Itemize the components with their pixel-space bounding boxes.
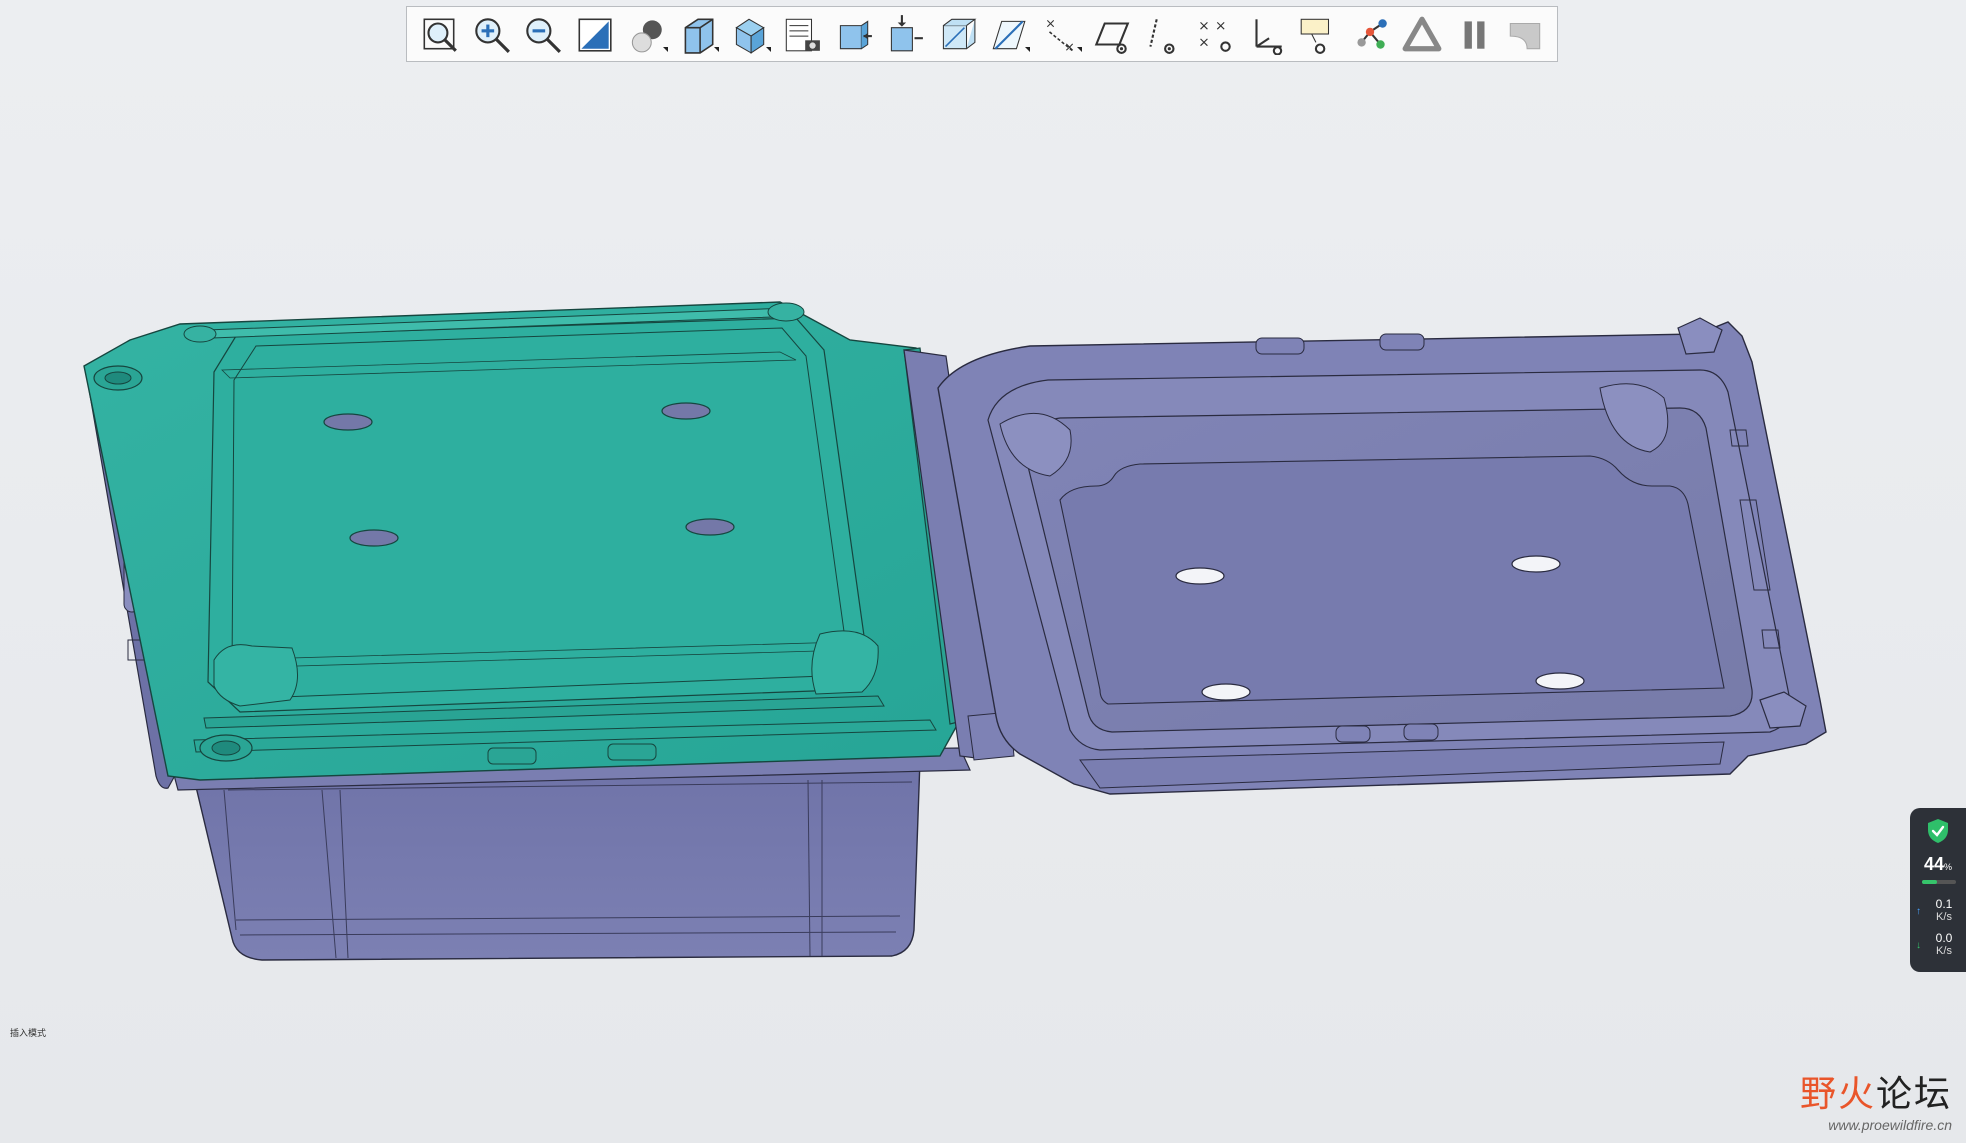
pause-icon xyxy=(1464,21,1485,49)
named-views-button[interactable] xyxy=(723,10,775,58)
cpu-percent: 44% xyxy=(1910,854,1966,875)
display-style-button[interactable] xyxy=(620,10,672,58)
dropdown-caret-icon[interactable] xyxy=(662,47,668,52)
3d-model-view[interactable] xyxy=(0,0,1966,1143)
datum-point-icon: × ×× xyxy=(1198,18,1231,52)
dropdown-caret-icon[interactable] xyxy=(1076,47,1082,52)
axis-display-button[interactable]: × × xyxy=(1034,10,1086,58)
spin-center-icon xyxy=(1357,19,1387,49)
svg-text:×: × xyxy=(1064,39,1075,54)
upload-arrow-icon: ↑ xyxy=(1916,906,1921,917)
repaint-button[interactable] xyxy=(568,10,620,58)
datum-axis-display-icon: ×× xyxy=(1045,16,1075,54)
perspective-box-icon xyxy=(839,20,872,50)
point-display-button[interactable]: × × × xyxy=(1189,10,1241,58)
curvature-icon xyxy=(1510,22,1541,50)
download-value: 0.0 xyxy=(1935,931,1953,945)
upload-rate: 0.1 K/s xyxy=(1922,898,1966,924)
zoom-in-button[interactable] xyxy=(465,10,517,58)
csys-icon xyxy=(1255,19,1282,55)
saved-orientations-button[interactable] xyxy=(672,10,724,58)
spin-center-button[interactable] xyxy=(1344,10,1396,58)
axis-tag-display-button[interactable] xyxy=(1137,10,1189,58)
dropdown-caret-icon[interactable] xyxy=(714,47,720,52)
repaint-icon xyxy=(578,18,612,52)
container-lid[interactable] xyxy=(83,301,967,781)
curvature-button[interactable] xyxy=(1499,10,1551,58)
graphics-toolbar: × × × × × xyxy=(406,6,1558,62)
svg-text:×: × xyxy=(1045,16,1056,31)
shaded-sphere-icon xyxy=(631,20,662,53)
transparency-button[interactable] xyxy=(930,10,982,58)
refit-button[interactable] xyxy=(413,10,465,58)
section-insert-icon xyxy=(891,15,924,52)
upload-unit: K/s xyxy=(1936,911,1952,923)
zoom-fit-icon xyxy=(423,18,457,52)
download-arrow-icon: ↓ xyxy=(1916,940,1921,951)
section-button[interactable] xyxy=(879,10,931,58)
download-rate: 0.0 K/s xyxy=(1922,932,1966,958)
transparent-box-icon xyxy=(943,18,977,50)
download-unit: K/s xyxy=(1936,945,1952,957)
annotation-display-button[interactable] xyxy=(1292,10,1344,58)
zoom-out-icon xyxy=(526,18,562,53)
cpu-bar xyxy=(1922,880,1956,884)
dropdown-caret-icon[interactable] xyxy=(766,47,772,52)
triangle-icon xyxy=(1402,16,1442,52)
watermark-title-suffix: 论坛 xyxy=(1875,1074,1952,1115)
watermark-flame-char: 火 xyxy=(1837,1074,1876,1115)
cpu-percent-value: 44 xyxy=(1923,854,1944,874)
view-manager-button[interactable] xyxy=(775,10,827,58)
watermark-url: www.proewildfire.cn xyxy=(1828,1117,1952,1133)
graphics-window[interactable]: × × × × × 插入模式 44% ↑ 0.1 K/s ↓ 0.0 K/s 野火论坛 … xyxy=(0,0,1966,1143)
annotation-icon xyxy=(1301,18,1330,54)
shaded-triangle-button[interactable] xyxy=(1396,10,1448,58)
plane-tag-display-button[interactable] xyxy=(1086,10,1138,58)
upload-value: 0.1 xyxy=(1935,897,1953,911)
forum-watermark: 野火论坛 www.proewildfire.cn xyxy=(1800,1065,1952,1133)
zoom-in-icon xyxy=(474,18,510,53)
zoom-out-button[interactable] xyxy=(516,10,568,58)
named-view-cube-icon xyxy=(735,18,765,54)
open-tray[interactable] xyxy=(937,317,1827,795)
axis-tag-icon xyxy=(1149,19,1175,54)
shield-check-icon xyxy=(1928,819,1948,843)
plane-display-button[interactable] xyxy=(982,10,1034,58)
cpu-bar-fill xyxy=(1922,880,1937,884)
datum-plane-icon xyxy=(992,20,1026,50)
cpu-percent-unit: % xyxy=(1944,862,1953,872)
cube-orientation-icon xyxy=(684,18,714,54)
watermark-title: 野火论坛 xyxy=(1800,1065,1952,1117)
view-manager-icon xyxy=(785,18,820,52)
dropdown-caret-icon[interactable] xyxy=(1024,47,1030,52)
insert-mode-label: 插入模式 xyxy=(10,1029,47,1039)
pause-button[interactable] xyxy=(1448,10,1500,58)
svg-text:×: × xyxy=(1215,18,1226,34)
svg-text:×: × xyxy=(1198,35,1209,51)
csys-display-button[interactable] xyxy=(1241,10,1293,58)
perspective-view-button[interactable] xyxy=(827,10,879,58)
svg-text:×: × xyxy=(1198,18,1209,34)
watermark-title-prefix: 野 xyxy=(1799,1074,1838,1115)
network-monitor-widget[interactable]: 44% ↑ 0.1 K/s ↓ 0.0 K/s xyxy=(1910,808,1966,972)
plane-tag-icon xyxy=(1095,22,1130,54)
